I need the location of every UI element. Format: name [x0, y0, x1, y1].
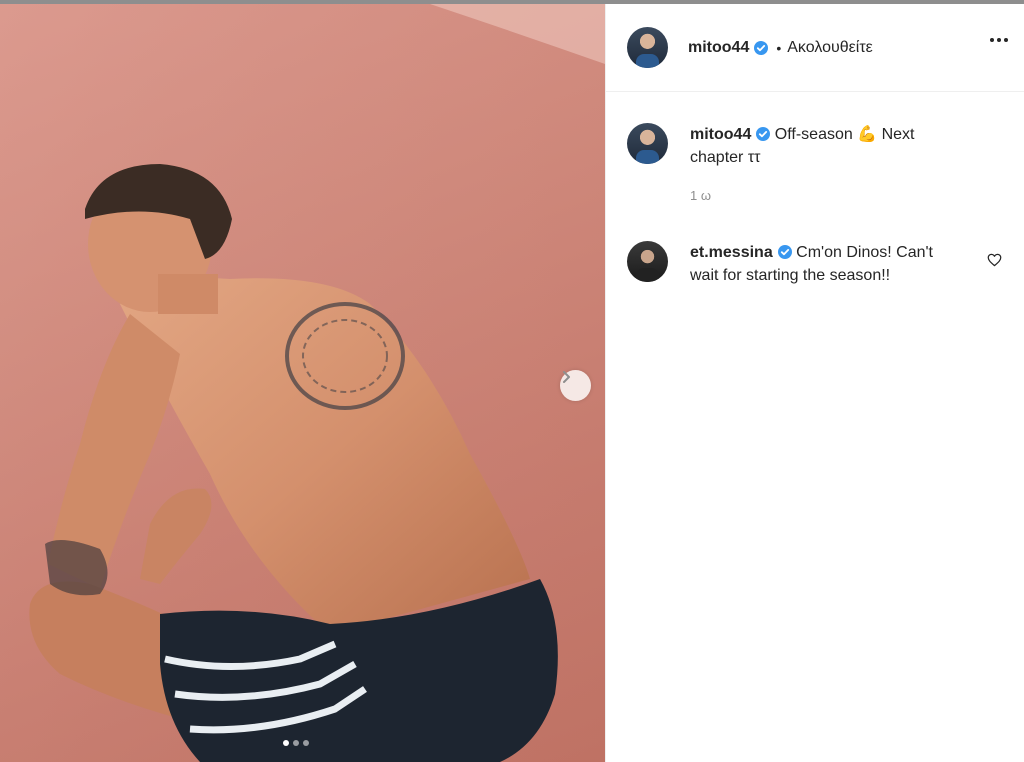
- comment-username[interactable]: et.messina: [690, 244, 773, 261]
- verified-badge-icon: [754, 40, 769, 55]
- flexed-biceps-emoji: 💪: [857, 126, 878, 143]
- heart-icon[interactable]: [987, 253, 1002, 272]
- post-side-panel: mitoo44 • Ακολουθείτε mitoo44 Off-season…: [605, 4, 1024, 762]
- caption-body: mitoo44 Off-season 💪 Next chapter ττ 1 ω: [690, 123, 960, 207]
- carousel-dot: [293, 740, 299, 746]
- avatar[interactable]: [627, 27, 668, 68]
- carousel-indicator: [283, 740, 309, 746]
- comment-body: et.messina Cm'on Dinos! Can't wait for s…: [690, 241, 960, 287]
- more-options-icon[interactable]: [990, 38, 1008, 42]
- carousel-dot: [303, 740, 309, 746]
- header-username[interactable]: mitoo44: [688, 39, 749, 57]
- header-separator: •: [776, 39, 782, 56]
- post-media[interactable]: [0, 4, 605, 762]
- post-header: mitoo44 • Ακολουθείτε: [606, 4, 1024, 92]
- caption-text: Off-season: [774, 126, 858, 143]
- chevron-right-icon: [563, 371, 570, 383]
- verified-badge-icon: [777, 245, 792, 259]
- verified-badge-icon: [756, 127, 771, 141]
- post-caption: mitoo44 Off-season 💪 Next chapter ττ 1 ω: [606, 123, 1024, 207]
- avatar[interactable]: [627, 123, 668, 164]
- carousel-dot: [283, 740, 289, 746]
- next-slide-button[interactable]: [560, 370, 591, 401]
- avatar[interactable]: [627, 241, 668, 282]
- caption-symbol: ττ: [747, 149, 761, 166]
- caption-username[interactable]: mitoo44: [690, 126, 751, 143]
- comment-item: et.messina Cm'on Dinos! Can't wait for s…: [606, 241, 1024, 287]
- following-button[interactable]: Ακολουθείτε: [787, 39, 873, 57]
- post-timestamp[interactable]: 1 ω: [690, 184, 960, 207]
- post-photo: [0, 4, 605, 762]
